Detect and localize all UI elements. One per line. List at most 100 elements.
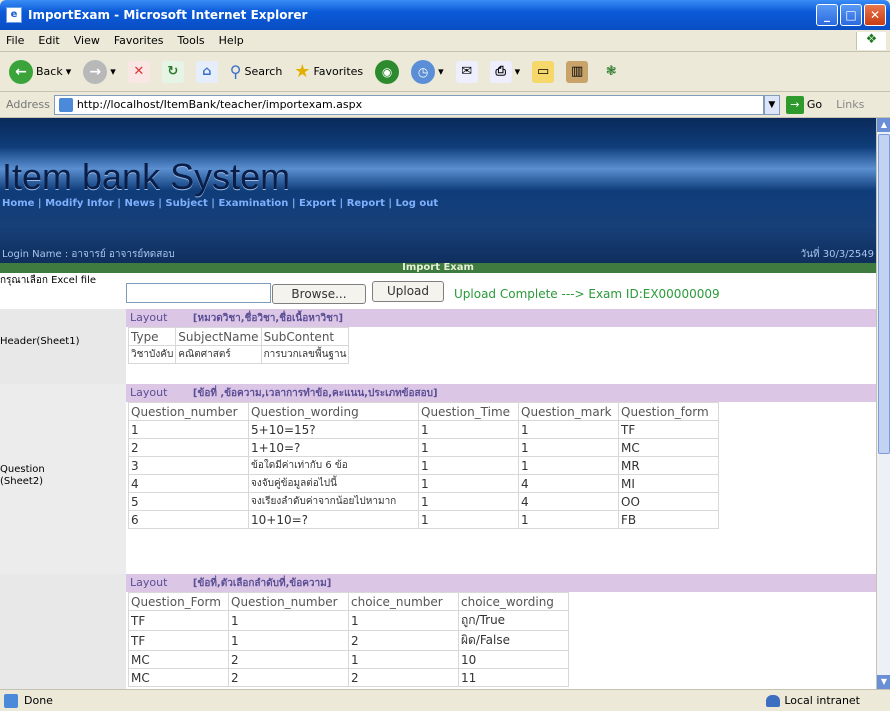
table-cell: 10 — [458, 650, 569, 669]
chevron-down-icon: ▾ — [514, 65, 521, 78]
maximize-button[interactable]: □ — [840, 4, 862, 26]
table-cell: 2 — [348, 668, 459, 687]
menu-help[interactable]: Help — [219, 34, 244, 47]
layout-value: [ข้อที่ ,ข้อความ,เวลาการทำข้อ,คะแนน,ประเ… — [192, 388, 438, 399]
header-table: Type SubjectName SubContent วิชาบังคับ ค… — [127, 327, 350, 364]
header-sheet-label: Header(Sheet1) — [0, 336, 80, 347]
stop-button[interactable]: ✕ — [125, 57, 153, 87]
table-cell: OO — [618, 492, 719, 511]
upload-button[interactable]: Upload — [372, 281, 444, 302]
history-button[interactable]: ◷ ▾ — [408, 57, 447, 87]
search-button[interactable]: ⚲ Search — [227, 57, 286, 87]
address-bar: Address http://localhost/ItemBank/teache… — [0, 92, 890, 118]
page-done-icon — [4, 693, 18, 708]
nav-modify-infor[interactable]: Modify Infor — [45, 198, 114, 209]
home-button[interactable]: ⌂ — [193, 57, 221, 87]
close-button[interactable]: ✕ — [864, 4, 886, 26]
home-icon: ⌂ — [195, 60, 218, 83]
address-dropdown[interactable]: ▼ — [763, 94, 780, 115]
table-cell: 4 — [128, 474, 249, 493]
print-button[interactable]: ⎙ ▾ — [487, 57, 524, 87]
table-cell: 1 — [348, 650, 459, 669]
print-icon: ⎙ — [489, 60, 512, 83]
scroll-thumb[interactable] — [878, 134, 890, 454]
upload-label: กรุณาเลือก Excel file — [0, 275, 97, 286]
table-cell: MC — [128, 668, 229, 687]
table-row: 5 จงเรียงลำดับค่าจากน้อยไปหามาก 1 4 OO — [128, 492, 719, 511]
table-row: TF 1 1 ถูก/True — [128, 610, 569, 631]
table-cell: 1 — [518, 510, 619, 529]
nav-export[interactable]: Export — [299, 198, 336, 209]
nav-examination[interactable]: Examination — [218, 198, 288, 209]
nav-subject[interactable]: Subject — [165, 198, 207, 209]
menu-view[interactable]: View — [74, 34, 100, 47]
table-cell: 1 — [228, 610, 349, 631]
table-cell: 1 — [418, 420, 519, 439]
table-cell: 5 — [128, 492, 249, 511]
search-label: Search — [244, 65, 283, 78]
table-cell: 1 — [518, 438, 619, 457]
table-row: MC 2 1 10 — [128, 650, 569, 669]
table-cell: Question_mark — [518, 402, 619, 421]
back-button[interactable]: ← Back ▾ — [6, 57, 74, 87]
table-row: Type SubjectName SubContent — [127, 327, 350, 346]
forward-button[interactable]: → ▾ — [80, 57, 119, 87]
windows-logo-icon: ❖ — [856, 32, 886, 50]
site-banner: Item bank System Home | Modify Infor | N… — [0, 118, 876, 263]
messenger-button[interactable]: ❃ — [597, 57, 625, 87]
choice-table: Question_Form Question_number choice_num… — [128, 592, 569, 687]
layout-value: [หมวดวิชา,ชื่อวิชา,ชื่อเนื้อหาวิชา] — [192, 313, 344, 324]
nav-report[interactable]: Report — [347, 198, 385, 209]
header-sheet-label-cell: Header(Sheet1) — [0, 309, 126, 384]
links-button[interactable]: Links — [836, 98, 864, 111]
table-cell: 4 — [518, 474, 619, 493]
back-label: Back — [36, 65, 63, 78]
mail-icon: ✉ — [455, 60, 478, 83]
table-row: Question_number Question_wording Questio… — [128, 402, 719, 421]
table-cell: Type — [127, 327, 177, 346]
address-input[interactable]: http://localhost/ItemBank/teacher/import… — [53, 94, 764, 115]
vertical-scrollbar[interactable]: ▲ ▼ — [876, 118, 890, 689]
media-button[interactable]: ◉ — [372, 57, 402, 87]
table-cell: SubjectName — [175, 327, 262, 346]
scroll-up-button[interactable]: ▲ — [877, 118, 890, 132]
mail-button[interactable]: ✉ — [453, 57, 481, 87]
browse-button[interactable]: Browse... — [272, 284, 366, 304]
table-cell: Question_number — [128, 402, 249, 421]
history-icon: ◷ — [411, 59, 436, 84]
table-cell: Question_Time — [418, 402, 519, 421]
menu-favorites[interactable]: Favorites — [114, 34, 164, 47]
table-cell: MC — [618, 438, 719, 457]
favorites-button[interactable]: ★ Favorites — [291, 57, 366, 87]
browser-toolbar: ← Back ▾ → ▾ ✕ ↻ ⌂ ⚲ Search ★ Favorites … — [0, 52, 890, 92]
menu-tools[interactable]: Tools — [178, 34, 205, 47]
nav-news[interactable]: News — [124, 198, 154, 209]
favorites-label: Favorites — [313, 65, 364, 78]
status-bar: Done Local intranet — [0, 689, 890, 711]
chevron-down-icon: ▾ — [110, 65, 116, 78]
window-title: ImportExam - Microsoft Internet Explorer — [28, 8, 308, 22]
table-cell: SubContent — [260, 327, 350, 346]
menu-edit[interactable]: Edit — [38, 34, 59, 47]
table-cell: ข้อใดมีค่าเท่ากับ 6 ข้อ — [248, 456, 419, 475]
question-sheet-label: Question (Sheet2) — [0, 464, 45, 487]
table-row: 3 ข้อใดมีค่าเท่ากับ 6 ข้อ 1 1 MR — [128, 456, 719, 475]
research-button[interactable]: ▥ — [563, 57, 591, 87]
table-cell: 11 — [458, 668, 569, 687]
nav-log-out[interactable]: Log out — [396, 198, 439, 209]
scroll-down-button[interactable]: ▼ — [877, 675, 890, 689]
table-cell: 10+10=? — [248, 510, 419, 529]
table-cell: MI — [618, 474, 719, 493]
file-path-input[interactable] — [126, 283, 271, 303]
minimize-button[interactable]: _ — [816, 4, 838, 26]
nav-home[interactable]: Home — [2, 198, 34, 209]
table-row: 6 10+10=? 1 1 FB — [128, 510, 719, 529]
folder-icon: ▭ — [532, 60, 555, 83]
table-cell: 1 — [128, 420, 249, 439]
go-button[interactable]: → Go — [785, 95, 822, 114]
forward-arrow-icon: → — [83, 59, 108, 84]
menu-file[interactable]: File — [6, 34, 24, 47]
refresh-button[interactable]: ↻ — [159, 57, 187, 87]
folder-button[interactable]: ▭ — [529, 57, 557, 87]
page-viewport: Item bank System Home | Modify Infor | N… — [0, 118, 876, 689]
